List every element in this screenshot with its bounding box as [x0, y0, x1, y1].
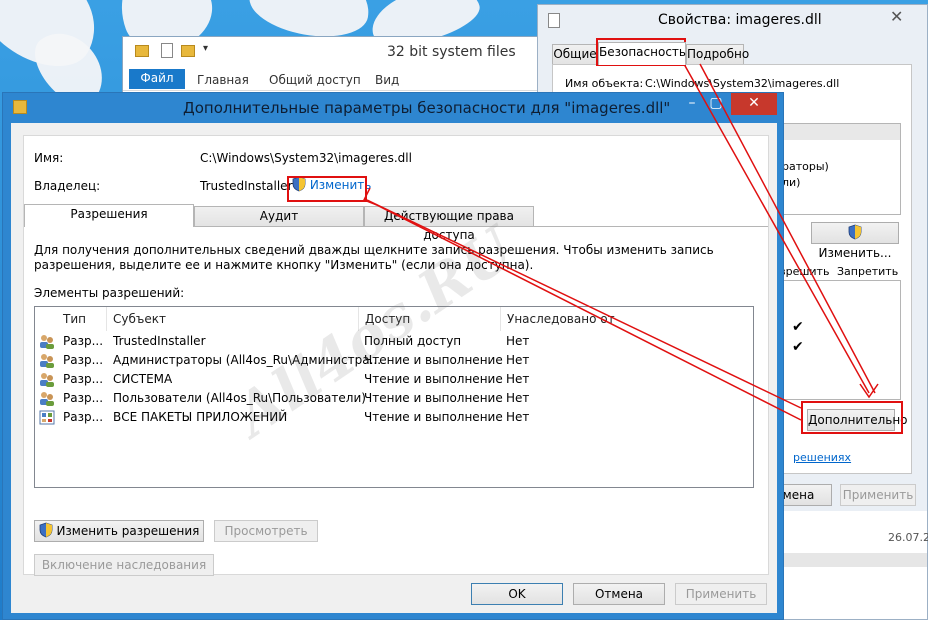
properties-title: Свойства: imageres.dll: [658, 12, 822, 28]
tab-security[interactable]: Безопасность: [598, 42, 686, 65]
advanced-security-dialog: Дополнительные параметры безопасности дл…: [2, 92, 784, 620]
entries-label: Элементы разрешений:: [34, 286, 185, 300]
ribbon-tab-view[interactable]: Вид: [367, 71, 407, 91]
change-permissions-button[interactable]: Изменить разрешения: [34, 520, 204, 542]
cancel-button[interactable]: Отмена: [573, 583, 665, 605]
app-packages-icon: [39, 410, 55, 425]
apply-button: Применить: [675, 583, 767, 605]
table-row[interactable]: Разр... ВСЕ ПАКЕТЫ ПРИЛОЖЕНИЙ Чтение и в…: [35, 408, 753, 427]
name-value: C:\Windows\System32\imageres.dll: [200, 151, 412, 165]
quick-access-dropdown-icon[interactable]: ▾: [203, 43, 208, 54]
properties-apply-button: Применить: [840, 484, 916, 506]
properties-icon[interactable]: [161, 43, 173, 58]
annotation-highlight-advanced-button: [801, 401, 903, 434]
new-folder-icon[interactable]: [181, 45, 195, 57]
users-icon: [40, 373, 54, 387]
groups-list-selection: [782, 124, 900, 140]
explorer-ribbon: Файл Главная Общий доступ Вид: [123, 67, 541, 91]
cell-access: Чтение и выполнение: [364, 391, 503, 405]
permissions-list: ✔ ✔: [781, 280, 901, 400]
change-button-label: Изменить...: [818, 246, 892, 260]
cell-inherited: Нет: [506, 353, 530, 367]
ribbon-tab-share[interactable]: Общий доступ: [261, 71, 369, 91]
users-icon: [40, 354, 54, 368]
cell-type: Разр...: [63, 353, 104, 367]
explorer-title: 32 bit system files: [387, 44, 516, 60]
change-permissions-label: Изменить разрешения: [56, 524, 200, 538]
tab-effective-access[interactable]: Действующие права доступа: [364, 206, 534, 242]
annotation-highlight-owner-change: [287, 176, 367, 202]
scroll-track: [784, 553, 927, 567]
object-name-label: Имя объекта:: [565, 77, 644, 90]
tab-details[interactable]: Подробно: [686, 44, 749, 65]
folder-icon: [13, 100, 27, 114]
ribbon-tab-home[interactable]: Главная: [189, 71, 257, 91]
column-inherited[interactable]: Унаследовано от: [501, 307, 651, 331]
tab-audit[interactable]: Аудит: [194, 206, 364, 227]
cell-subject: TrustedInstaller: [113, 334, 206, 348]
cell-inherited: Нет: [506, 372, 530, 386]
table-row[interactable]: Разр... Пользователи (All4os_Ru\Пользова…: [35, 389, 753, 408]
cell-type: Разр...: [63, 372, 104, 386]
cell-type: Разр...: [63, 391, 104, 405]
users-icon: [40, 335, 54, 349]
info-text: Для получения дополнительных сведений дв…: [34, 243, 714, 272]
enable-inheritance-button: Включение наследования: [34, 554, 214, 576]
check-icon: ✔: [792, 319, 804, 335]
tab-general[interactable]: Общие: [552, 44, 598, 65]
cell-inherited: Нет: [506, 334, 530, 348]
group-item-users[interactable]: ли): [782, 176, 800, 189]
dialog-titlebar: Дополнительные параметры безопасности дл…: [3, 93, 783, 123]
cell-access: Чтение и выполнение: [364, 410, 503, 424]
ok-button[interactable]: OK: [471, 583, 563, 605]
cell-access: Чтение и выполнение: [364, 372, 503, 386]
change-button[interactable]: Изменить...: [811, 222, 899, 260]
cell-type: Разр...: [63, 410, 104, 424]
folder-icon: [135, 45, 149, 57]
users-icon: [40, 392, 54, 406]
file-date: 26.07.20: [888, 531, 928, 544]
check-icon: ✔: [792, 339, 804, 355]
owner-label: Владелец:: [34, 179, 101, 193]
deny-column-header: Запретить: [837, 265, 899, 278]
owner-value: TrustedInstaller: [200, 179, 293, 193]
explorer-titlebar: ▾ 32 bit system files: [123, 37, 541, 67]
object-name-value: C:\Windows\System32\imageres.dll: [645, 77, 840, 90]
minimize-icon[interactable]: –: [681, 93, 703, 115]
permissions-help-link[interactable]: решениях: [793, 451, 851, 464]
maximize-icon[interactable]: ▢: [705, 93, 727, 115]
group-item-admins[interactable]: раторы): [782, 160, 829, 173]
cell-inherited: Нет: [506, 410, 530, 424]
cell-inherited: Нет: [506, 391, 530, 405]
cell-type: Разр...: [63, 334, 104, 348]
table-row[interactable]: Разр... СИСТЕМА Чтение и выполнение Нет: [35, 370, 753, 389]
uac-shield-icon: [39, 522, 53, 538]
close-icon[interactable]: ✕: [890, 7, 903, 26]
cell-subject: СИСТЕМА: [113, 372, 173, 386]
close-icon[interactable]: ✕: [731, 93, 777, 115]
dialog-client-area: Имя: C:\Windows\System32\imageres.dll Вл…: [11, 123, 777, 613]
column-type[interactable]: Тип: [57, 307, 107, 331]
groups-list[interactable]: раторы) ли): [781, 123, 901, 215]
tab-permissions[interactable]: Разрешения: [24, 204, 194, 227]
file-icon: [548, 13, 560, 28]
uac-shield-icon: [848, 224, 862, 240]
ribbon-tab-file[interactable]: Файл: [129, 69, 185, 89]
view-button: Просмотреть: [214, 520, 318, 542]
dialog-title: Дополнительные параметры безопасности дл…: [183, 99, 671, 117]
name-label: Имя:: [34, 151, 64, 165]
